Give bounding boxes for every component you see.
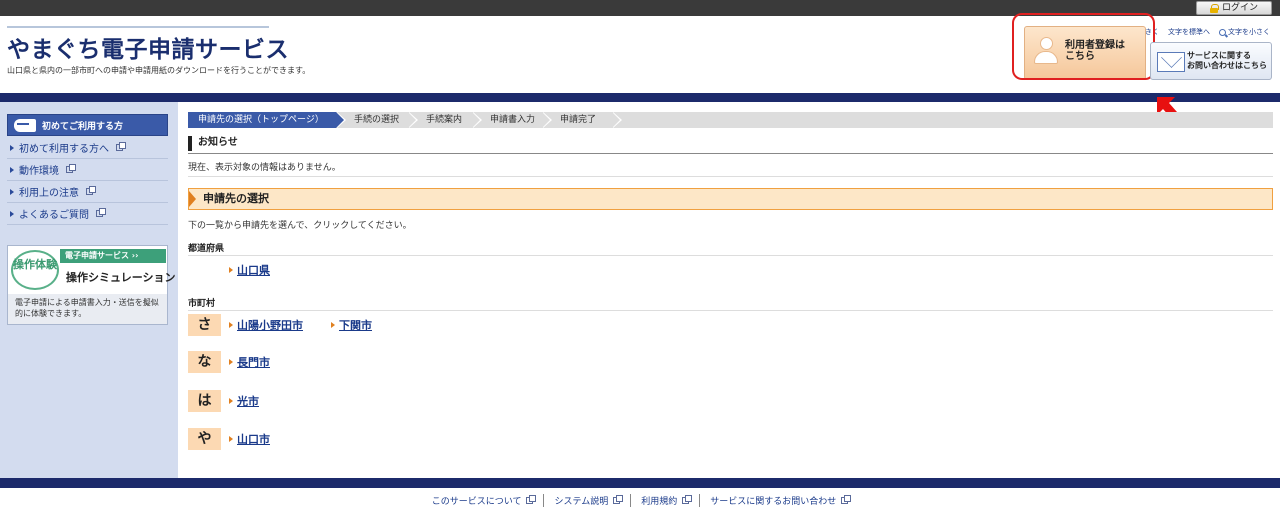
- triangle-icon: [229, 436, 233, 442]
- header-band: [0, 93, 1280, 102]
- sidebar-item-environment[interactable]: 動作環境: [7, 159, 168, 181]
- font-smaller-link[interactable]: 文字を小さく: [1219, 27, 1270, 37]
- footer-link-system[interactable]: システム説明: [543, 494, 630, 507]
- footer-link-contact[interactable]: サービスに関するお問い合わせ: [699, 494, 858, 507]
- prefecture-link[interactable]: 山口県: [229, 262, 270, 278]
- pointing-hand-icon: [14, 118, 36, 132]
- selection-heading: 申請先の選択: [188, 188, 1273, 210]
- kana-row-ha: は 光市: [188, 390, 279, 412]
- site-subtitle: 山口県と県内の一部市町への申請や申請用紙のダウンロードを行うことができます。: [7, 66, 311, 75]
- login-label: ログイン: [1221, 3, 1258, 13]
- contact-button[interactable]: サービスに関する お問い合わせはこちら: [1150, 42, 1272, 80]
- footer-link-terms[interactable]: 利用規約: [630, 494, 699, 507]
- font-standard-link[interactable]: 文字を標準へ: [1168, 27, 1210, 37]
- external-link-icon: [526, 495, 537, 504]
- envelope-icon: [1157, 52, 1185, 72]
- sidebar-item-faq[interactable]: よくあるご質問: [7, 203, 168, 225]
- kana-row-sa: さ 山陽小野田市 下関市: [188, 314, 392, 336]
- step-complete: 申請完了: [542, 112, 622, 128]
- external-link-icon: [682, 495, 693, 504]
- magnifier-minus-icon: [1219, 28, 1226, 36]
- prefecture-label: 都道府県: [188, 244, 225, 254]
- notice-heading: お知らせ: [188, 134, 1273, 154]
- triangle-icon: [229, 359, 233, 365]
- external-link-icon: [86, 186, 96, 195]
- step-form-input: 申請書入力: [472, 112, 552, 128]
- footer-link-about[interactable]: このサービスについて: [422, 494, 544, 507]
- footer-band: [0, 478, 1280, 488]
- kana-row-ya: や 山口市: [188, 428, 290, 450]
- kana-label: や: [188, 428, 221, 450]
- simulation-badge: 操作体験: [11, 250, 59, 290]
- city-link-nagato[interactable]: 長門市: [229, 354, 270, 370]
- external-link-icon: [613, 495, 624, 504]
- login-button[interactable]: ログイン: [1196, 1, 1272, 15]
- sidebar: 初めてご利用する方 初めて利用する方へ 動作環境 利用上の注意 よくあるご質問 …: [0, 102, 178, 478]
- city-link-yamaguchi[interactable]: 山口市: [229, 431, 270, 447]
- notice-text: 現在、表示対象の情報はありません。: [188, 163, 341, 173]
- selection-intro: 下の一覧から申請先を選んで、クリックしてください。: [188, 221, 412, 231]
- external-link-icon: [96, 208, 106, 217]
- simulation-title: 操作シミュレーション: [66, 271, 176, 284]
- triangle-icon: [229, 398, 233, 404]
- city-link-sanyo-onoda[interactable]: 山陽小野田市: [229, 317, 303, 333]
- footer-links: このサービスについて システム説明 利用規約 サービスに関するお問い合わせ: [0, 494, 1280, 507]
- triangle-icon: [229, 267, 233, 273]
- city-link-shimonoseki[interactable]: 下関市: [331, 317, 372, 333]
- kana-label: は: [188, 390, 221, 412]
- sidebar-links: 初めて利用する方へ 動作環境 利用上の注意 よくあるご質問: [7, 137, 168, 225]
- triangle-icon: [10, 210, 14, 217]
- highlight-box: [1012, 13, 1155, 80]
- step-select-destination: 申請先の選択（トップページ）: [188, 112, 346, 128]
- progress-steps: 申請先の選択（トップページ） 手続の選択 手続案内 申請書入力 申請完了: [188, 112, 1273, 128]
- contact-label: サービスに関する お問い合わせはこちら: [1187, 51, 1267, 70]
- lock-icon: [1209, 3, 1219, 13]
- external-link-icon: [841, 495, 852, 504]
- sidebar-item-first-time[interactable]: 初めて利用する方へ: [7, 137, 168, 159]
- simulation-description: 電子申請による申請書入力・送信を擬似的に体験できます。: [8, 294, 167, 324]
- external-link-icon: [116, 142, 126, 151]
- triangle-icon: [10, 166, 14, 173]
- site-title[interactable]: やまぐち電子申請サービス: [7, 30, 289, 64]
- triangle-icon: [331, 322, 335, 328]
- triangle-icon: [10, 188, 14, 195]
- kana-label: な: [188, 351, 221, 373]
- municipality-label: 市町村: [188, 299, 216, 309]
- step-select-procedure: 手続の選択: [336, 112, 418, 128]
- triangle-icon: [10, 144, 14, 151]
- sidebar-item-notes[interactable]: 利用上の注意: [7, 181, 168, 203]
- simulation-top-label: 電子申請サービス ››: [60, 249, 166, 263]
- external-link-icon: [66, 164, 76, 173]
- kana-row-na: な 長門市: [188, 351, 290, 373]
- sidebar-heading: 初めてご利用する方: [7, 114, 168, 136]
- city-link-hikari[interactable]: 光市: [229, 393, 259, 409]
- simulation-banner[interactable]: 操作体験 電子申請サービス ›› 操作シミュレーション 電子申請による申請書入力…: [7, 245, 176, 325]
- kana-label: さ: [188, 314, 221, 336]
- triangle-icon: [229, 322, 233, 328]
